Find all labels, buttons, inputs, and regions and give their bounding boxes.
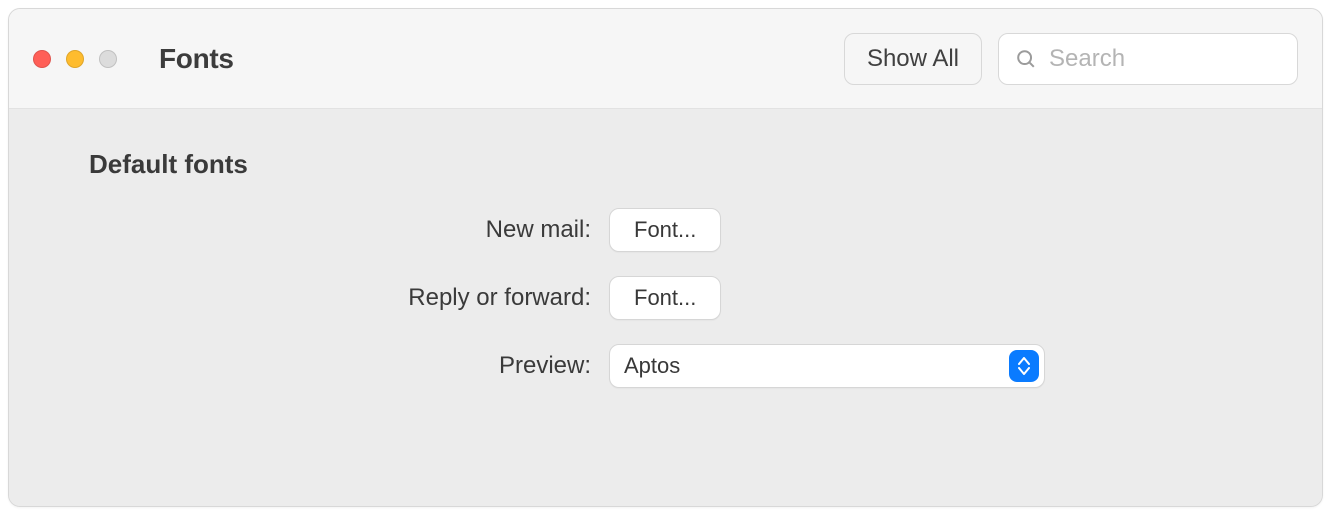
- row-reply-forward: Reply or forward: Font...: [89, 276, 1242, 320]
- content-area: Default fonts New mail: Font... Reply or…: [9, 109, 1322, 506]
- control-preview: Aptos: [609, 344, 1045, 388]
- show-all-button[interactable]: Show All: [844, 33, 982, 85]
- preview-font-selected-value: Aptos: [624, 353, 1030, 379]
- titlebar: Fonts Show All: [9, 9, 1322, 109]
- search-icon: [1015, 48, 1037, 70]
- search-field[interactable]: [998, 33, 1298, 85]
- minimize-window-button[interactable]: [66, 50, 84, 68]
- reply-forward-font-button-label: Font...: [634, 285, 696, 311]
- row-new-mail: New mail: Font...: [89, 208, 1242, 252]
- zoom-window-button: [99, 50, 117, 68]
- window-controls: [33, 50, 117, 68]
- search-input[interactable]: [1049, 45, 1323, 73]
- reply-forward-font-button[interactable]: Font...: [609, 276, 721, 320]
- window-title: Fonts: [159, 43, 234, 75]
- control-reply-forward: Font...: [609, 276, 721, 320]
- section-heading-default-fonts: Default fonts: [89, 149, 1242, 180]
- label-reply-forward: Reply or forward:: [89, 284, 609, 312]
- updown-arrows-icon: [1009, 350, 1039, 382]
- close-window-button[interactable]: [33, 50, 51, 68]
- new-mail-font-button[interactable]: Font...: [609, 208, 721, 252]
- new-mail-font-button-label: Font...: [634, 217, 696, 243]
- label-new-mail: New mail:: [89, 216, 609, 244]
- show-all-label: Show All: [867, 45, 959, 73]
- preferences-window: Fonts Show All Default fonts New mail:: [8, 8, 1323, 507]
- preview-font-select[interactable]: Aptos: [609, 344, 1045, 388]
- label-preview: Preview:: [89, 352, 609, 380]
- control-new-mail: Font...: [609, 208, 721, 252]
- row-preview: Preview: Aptos: [89, 344, 1242, 388]
- toolbar-right: Show All: [844, 33, 1298, 85]
